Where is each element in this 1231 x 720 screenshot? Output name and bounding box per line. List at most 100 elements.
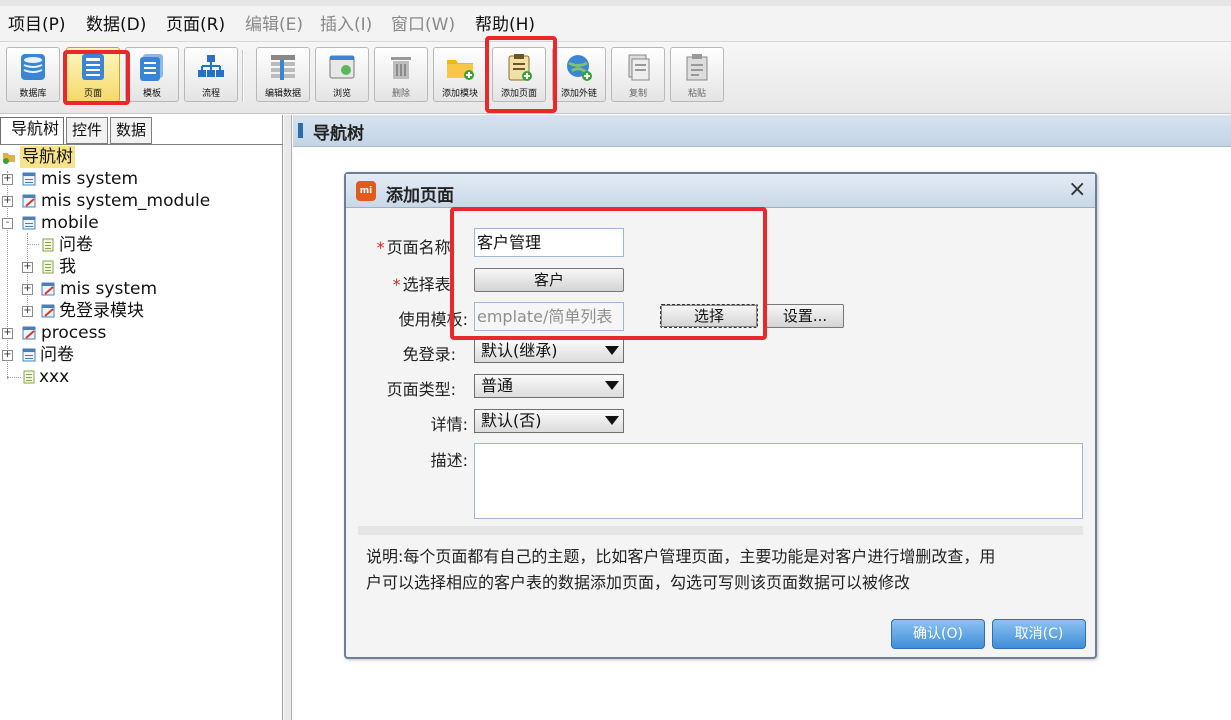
dialog-title: 添加页面 (386, 186, 454, 206)
expand-icon[interactable]: + (22, 262, 33, 273)
expand-icon[interactable]: + (2, 196, 13, 207)
header-accent (298, 123, 303, 138)
chevron-down-icon (605, 381, 619, 390)
page-name-label: * 页面名称: (376, 238, 456, 257)
detail-select[interactable]: 默认(否) (474, 409, 624, 433)
tree-item-label: mis system_module (41, 191, 211, 211)
chevron-down-icon (605, 416, 619, 425)
highlight-form-fields (450, 207, 767, 340)
expand-icon[interactable]: + (2, 328, 13, 339)
delete-label: 删除 (391, 89, 410, 99)
title-strip (0, 0, 1231, 6)
no-login-label: 免登录: (402, 345, 456, 364)
tab-controls[interactable]: 控件 (66, 117, 108, 144)
page-doc-icon (23, 370, 35, 384)
browse-icon (329, 55, 355, 79)
tree-connector (7, 377, 21, 378)
tree-item-label: 免登录模块 (59, 301, 144, 321)
tree-item-label: process (41, 323, 107, 343)
detail-label: 详情: (430, 415, 468, 434)
add-module-button[interactable]: 添加模块 (433, 47, 487, 102)
content-header: 导航树 (293, 115, 1231, 147)
tree-connector (27, 233, 28, 313)
module-icon (22, 172, 36, 186)
menu-insert[interactable]: 插入(I) (320, 10, 372, 35)
menu-project[interactable]: 项目(P) (8, 10, 66, 35)
edit-page-icon (41, 282, 55, 296)
edit-data-button[interactable]: 编辑数据 (256, 47, 310, 102)
tree-item-label: mis system (60, 279, 158, 299)
tree-connector (27, 244, 39, 245)
highlight-page-button (63, 50, 130, 105)
folder-add-icon (447, 60, 474, 80)
description-textarea[interactable] (474, 443, 1083, 519)
database-label: 数据库 (19, 89, 47, 99)
tree-item-label: mobile (41, 213, 99, 233)
required-marker: * (392, 275, 401, 294)
cancel-button[interactable]: 取消(C) (992, 619, 1086, 649)
close-icon[interactable]: × (1068, 178, 1086, 202)
expand-icon[interactable]: + (2, 174, 13, 185)
menu-bar: 项目(P) 数据(D) 页面(R) 编辑(E) 插入(I) 窗口(W) 帮助(H… (0, 0, 1231, 42)
delete-button[interactable]: 删除 (374, 47, 428, 102)
confirm-button[interactable]: 确认(O) (891, 619, 985, 649)
paste-label: 粘贴 (687, 89, 706, 99)
toolbar: 数据库 页面 模板 流程 编辑数据 浏览 删除 添加模块 添加页面 添加外链 复… (0, 42, 1231, 114)
tab-nav-tree[interactable]: 导航树 (0, 117, 64, 145)
required-marker: * (376, 238, 385, 257)
page-doc-icon (42, 238, 54, 252)
tree-item-label: 我 (59, 257, 76, 277)
flow-button[interactable]: 流程 (184, 47, 238, 102)
copy-button[interactable]: 复制 (611, 47, 665, 102)
tree-item-label: 问卷 (59, 235, 93, 255)
edit-page-icon (22, 194, 36, 208)
page-type-label: 页面类型: (386, 380, 456, 399)
template-settings-button[interactable]: 设置... (766, 304, 844, 328)
flow-icon (198, 55, 224, 77)
template-button[interactable]: 模板 (125, 47, 179, 102)
select-table-label: * 选择表: (392, 275, 456, 294)
edit-data-icon (271, 55, 295, 80)
flow-label: 流程 (201, 89, 220, 99)
copy-label: 复制 (628, 89, 647, 99)
collapse-icon[interactable]: - (2, 218, 13, 229)
edit-page-icon (22, 326, 36, 340)
paste-button[interactable]: 粘贴 (670, 47, 724, 102)
content-title: 导航树 (313, 124, 364, 144)
template-label: 模板 (142, 89, 161, 99)
expand-icon[interactable]: + (22, 284, 33, 295)
menu-data[interactable]: 数据(D) (86, 10, 146, 35)
tree-item-label: xxx (39, 367, 70, 387)
help-note-line: 户可以选择相应的客户表的数据添加页面，勾选可写则该页面数据可以被修改 (366, 573, 911, 592)
add-module-label: 添加模块 (441, 89, 478, 99)
help-note-line: 说明:每个页面都有自己的主题，比如客户管理页面，主要功能是对客户进行增删改查，用 (366, 547, 996, 566)
no-login-select[interactable]: 默认(继承) (474, 339, 624, 363)
dialog-divider (358, 526, 1083, 535)
database-button[interactable]: 数据库 (6, 47, 60, 102)
expand-icon[interactable]: + (2, 350, 13, 361)
add-link-button[interactable]: 添加外链 (552, 47, 606, 102)
tab-data[interactable]: 数据 (110, 117, 152, 144)
module-icon (22, 216, 36, 230)
menu-window[interactable]: 窗口(W) (391, 10, 455, 35)
module-icon (22, 348, 36, 362)
menu-help[interactable]: 帮助(H) (475, 10, 535, 35)
app-logo-icon: mi (356, 181, 376, 201)
dialog-titlebar: mi 添加页面 × (346, 174, 1095, 208)
browse-button[interactable]: 浏览 (315, 47, 369, 102)
expand-icon[interactable]: + (22, 306, 33, 317)
tree-item-label: 导航树 (20, 146, 75, 168)
panel-splitter[interactable] (284, 115, 292, 720)
page-doc-icon (42, 260, 54, 274)
browse-label: 浏览 (332, 89, 351, 99)
folder-open-icon (3, 153, 15, 164)
page-type-select[interactable]: 普通 (474, 374, 624, 398)
help-note: 说明:每个页面都有自己的主题，比如客户管理页面，主要功能是对客户进行增删改查，用… (366, 544, 1086, 596)
menu-page[interactable]: 页面(R) (166, 10, 225, 35)
trash-icon (391, 57, 411, 79)
template-icon (140, 54, 163, 81)
menu-edit[interactable]: 编辑(E) (245, 10, 303, 35)
navigation-panel: 导航树 控件 数据 导航树 + mis system + mis system_… (0, 115, 283, 720)
copy-icon (628, 54, 650, 81)
toolbar-separator (242, 50, 244, 102)
